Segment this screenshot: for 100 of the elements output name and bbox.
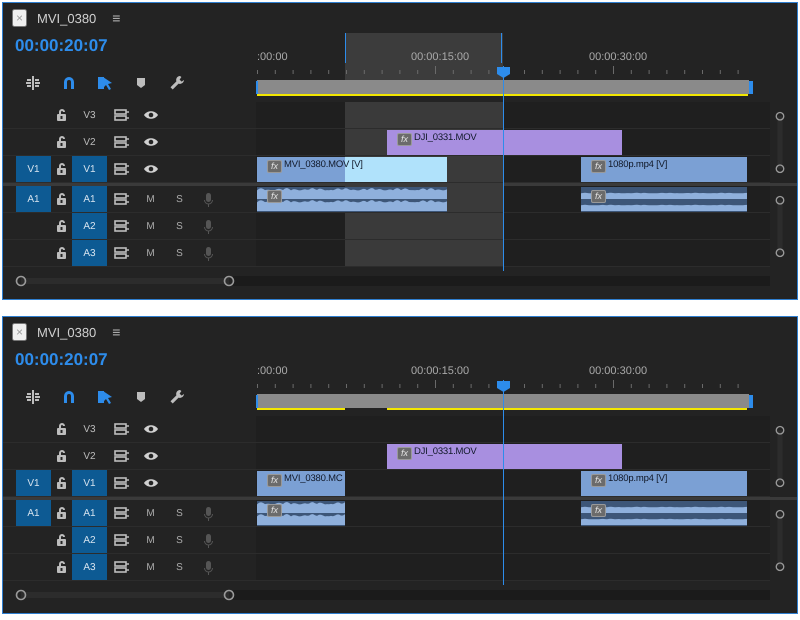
unlocked-padlock-icon[interactable] bbox=[56, 560, 68, 574]
sync-lock-icon[interactable] bbox=[114, 162, 130, 176]
solo-button[interactable]: S bbox=[170, 506, 189, 520]
menu-button[interactable]: ≡ bbox=[106, 323, 126, 341]
sync-lock-icon[interactable] bbox=[114, 135, 130, 149]
unlocked-padlock-icon[interactable] bbox=[56, 192, 68, 206]
video-clip[interactable]: fx DJI_0331.MOV bbox=[387, 130, 622, 155]
audio-clip[interactable]: fx bbox=[257, 187, 447, 212]
track-target[interactable]: V3 bbox=[72, 102, 107, 128]
nest-sequence-icon[interactable] bbox=[25, 75, 41, 91]
nest-sequence-icon[interactable] bbox=[25, 389, 41, 405]
eye-icon[interactable] bbox=[142, 423, 158, 435]
eye-icon[interactable] bbox=[142, 477, 158, 489]
linked-selection-icon[interactable] bbox=[97, 389, 113, 405]
unlocked-padlock-icon[interactable] bbox=[56, 135, 68, 149]
sync-lock-icon[interactable] bbox=[114, 192, 130, 206]
track-target[interactable]: V2 bbox=[72, 129, 107, 155]
playhead-handle[interactable] bbox=[497, 381, 510, 392]
eye-icon[interactable] bbox=[142, 136, 158, 148]
unlocked-padlock-icon[interactable] bbox=[56, 108, 68, 122]
unlocked-padlock-icon[interactable] bbox=[56, 476, 68, 490]
ruler-time-label: 00:00:15:00 bbox=[411, 365, 470, 377]
mute-button[interactable]: M bbox=[140, 506, 161, 520]
audio-clip[interactable]: fx bbox=[257, 501, 345, 526]
unlocked-padlock-icon[interactable] bbox=[56, 533, 68, 547]
mute-button[interactable]: M bbox=[140, 560, 161, 574]
sync-lock-icon[interactable] bbox=[114, 449, 130, 463]
track-target[interactable]: V1 bbox=[72, 470, 107, 496]
work-area-handle[interactable] bbox=[749, 395, 753, 408]
sync-lock-icon[interactable] bbox=[114, 108, 130, 122]
work-area-handle[interactable] bbox=[256, 395, 258, 408]
video-clip[interactable]: fx DJI_0331.MOV bbox=[387, 444, 622, 469]
sync-lock-icon[interactable] bbox=[114, 219, 130, 233]
in-out-marker[interactable] bbox=[345, 33, 346, 63]
video-clip[interactable]: fx 1080p.mp4 [V] bbox=[581, 471, 747, 496]
track-target[interactable]: A3 bbox=[72, 240, 107, 266]
solo-button[interactable]: S bbox=[170, 220, 189, 232]
source-patch[interactable]: A1 bbox=[16, 186, 51, 212]
solo-button[interactable]: S bbox=[170, 192, 189, 206]
horizontal-scrollbar[interactable] bbox=[15, 275, 235, 287]
track-target[interactable]: A2 bbox=[72, 527, 107, 553]
solo-button[interactable]: S bbox=[170, 560, 189, 574]
wrench-icon[interactable] bbox=[169, 75, 185, 91]
unlocked-padlock-icon[interactable] bbox=[56, 506, 68, 520]
fx-badge: fx bbox=[591, 504, 606, 517]
track-target[interactable]: V2 bbox=[72, 443, 107, 469]
source-patch[interactable]: A1 bbox=[16, 500, 51, 526]
horizontal-scrollbar[interactable] bbox=[15, 589, 235, 601]
sync-lock-icon[interactable] bbox=[114, 422, 130, 436]
sync-lock-icon[interactable] bbox=[114, 476, 130, 490]
track-target[interactable]: A3 bbox=[72, 554, 107, 580]
sync-lock-icon[interactable] bbox=[114, 533, 130, 547]
fx-badge: fx bbox=[397, 133, 412, 146]
solo-button[interactable]: S bbox=[170, 534, 189, 546]
audio-clip[interactable]: fx bbox=[581, 187, 747, 212]
sync-lock-icon[interactable] bbox=[114, 246, 130, 260]
sync-lock-icon[interactable] bbox=[114, 560, 130, 574]
source-patch[interactable]: V1 bbox=[16, 470, 51, 496]
in-out-marker[interactable] bbox=[501, 33, 502, 63]
menu-button[interactable]: ≡ bbox=[106, 9, 126, 27]
clip-name: DJI_0331.MOV bbox=[414, 446, 477, 457]
audio-clip[interactable]: fx bbox=[581, 501, 747, 526]
timecode[interactable]: 00:00:20:07 bbox=[15, 350, 256, 370]
video-clip[interactable]: fx MVI_0380.MC bbox=[257, 471, 345, 496]
sync-lock-icon[interactable] bbox=[114, 506, 130, 520]
unlocked-padlock-icon[interactable] bbox=[56, 219, 68, 233]
linked-selection-icon[interactable] bbox=[97, 75, 113, 91]
playhead-handle[interactable] bbox=[497, 67, 510, 78]
timecode[interactable]: 00:00:20:07 bbox=[15, 36, 256, 56]
track-target[interactable]: V1 bbox=[72, 156, 107, 182]
video-clip[interactable]: fx 1080p.mp4 [V] bbox=[581, 157, 747, 182]
eye-icon[interactable] bbox=[142, 450, 158, 462]
unlocked-padlock-icon[interactable] bbox=[56, 449, 68, 463]
eye-icon[interactable] bbox=[142, 163, 158, 175]
fx-badge: fx bbox=[591, 160, 606, 173]
magnet-icon[interactable] bbox=[61, 389, 77, 405]
fx-badge: fx bbox=[267, 504, 282, 517]
ruler-time-label: 00:00:30:00 bbox=[589, 365, 648, 377]
work-area-handle[interactable] bbox=[256, 81, 258, 94]
unlocked-padlock-icon[interactable] bbox=[56, 422, 68, 436]
track-target[interactable]: A2 bbox=[72, 213, 107, 239]
clip-name: 1080p.mp4 [V] bbox=[608, 473, 668, 484]
wrench-icon[interactable] bbox=[169, 389, 185, 405]
track-target[interactable]: A1 bbox=[72, 186, 107, 212]
mute-button[interactable]: M bbox=[140, 246, 161, 260]
eye-icon[interactable] bbox=[142, 109, 158, 121]
mute-button[interactable]: M bbox=[140, 220, 161, 232]
clip-name: 1080p.mp4 [V] bbox=[608, 159, 668, 170]
track-target[interactable]: V3 bbox=[72, 416, 107, 442]
fx-badge: fx bbox=[267, 190, 282, 203]
track-target[interactable]: A1 bbox=[72, 500, 107, 526]
unlocked-padlock-icon[interactable] bbox=[56, 246, 68, 260]
source-patch[interactable]: V1 bbox=[16, 156, 51, 182]
solo-button[interactable]: S bbox=[170, 246, 189, 260]
video-clip[interactable]: fx MVI_0380.MOV [V] bbox=[257, 157, 447, 182]
magnet-icon[interactable] bbox=[61, 75, 77, 91]
unlocked-padlock-icon[interactable] bbox=[56, 162, 68, 176]
mute-button[interactable]: M bbox=[140, 192, 161, 206]
work-area-handle[interactable] bbox=[749, 81, 753, 94]
mute-button[interactable]: M bbox=[140, 534, 161, 546]
